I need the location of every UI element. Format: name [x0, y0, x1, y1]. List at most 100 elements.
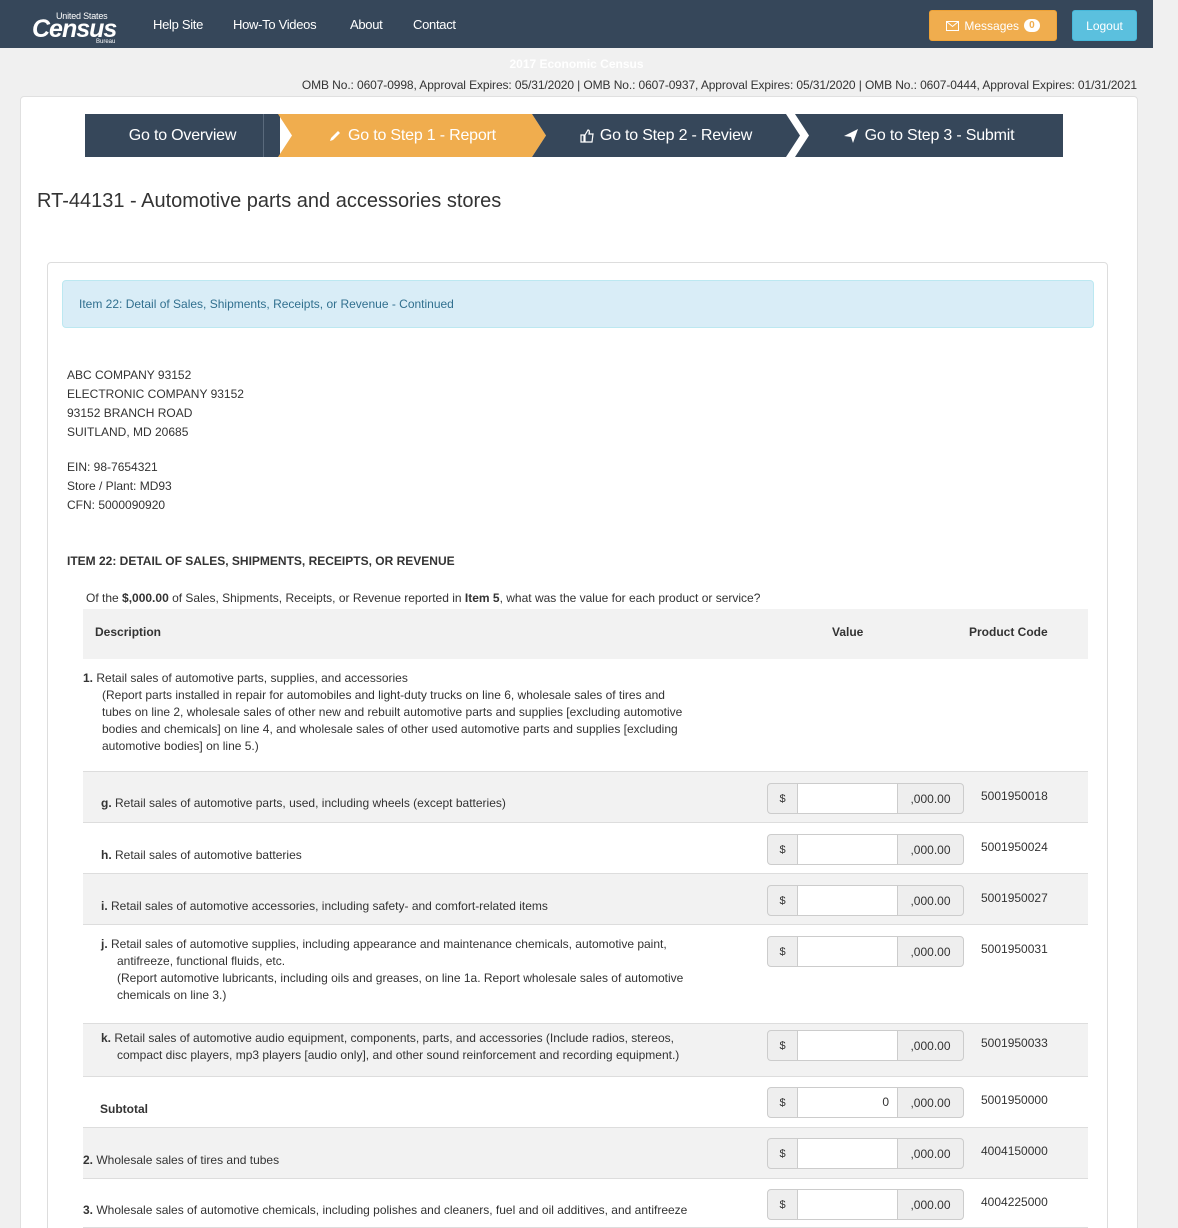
row-letter: i.	[101, 899, 112, 913]
table-header: Description Value Product Code	[83, 609, 1088, 659]
value-input[interactable]	[798, 1138, 897, 1169]
step-2-label: Go to Step 2 - Review	[599, 126, 753, 144]
nav-help-site-link[interactable]: Help Site	[153, 17, 203, 32]
col-product-code: Product Code	[969, 625, 1048, 639]
value-input[interactable]	[798, 834, 897, 865]
row-text: chemicals on line 3.)	[117, 988, 227, 1002]
value-input-group: $ ,000.00	[767, 885, 964, 916]
step-3-submit[interactable]: Go to Step 3 - Submit	[795, 114, 1063, 157]
currency-addon: $	[767, 783, 798, 814]
store-plant-text: Store / Plant: MD93	[67, 479, 172, 493]
value-input[interactable]	[798, 936, 897, 967]
logo-bottom-text: Bureau	[96, 39, 116, 45]
value-input[interactable]	[798, 885, 897, 916]
description-line: 3. Wholesale sales of automotive chemica…	[83, 1202, 733, 1219]
row-description: i. Retail sales of automotive accessorie…	[101, 898, 751, 915]
note-line: (Report parts installed in repair for au…	[102, 688, 665, 702]
omb-approval-text: OMB No.: 0607-0998, Approval Expires: 05…	[301, 78, 1137, 92]
step-navigation: Go to Overview Go to Step 1 - Report Go …	[85, 114, 1063, 157]
cfn-text: CFN: 5000090920	[67, 498, 166, 512]
note-line: automotive bodies] on line 5.)	[102, 739, 259, 753]
value-input-group: $ ,000.00	[767, 1030, 964, 1061]
row-letter: 3.	[83, 1203, 97, 1217]
value-input[interactable]	[798, 1030, 897, 1061]
step-overview[interactable]: Go to Overview	[85, 114, 280, 157]
step-2-review[interactable]: Go to Step 2 - Review	[532, 114, 800, 157]
line-number: 1.	[83, 671, 94, 685]
value-input[interactable]: 0	[798, 1087, 897, 1118]
line-1-note: (Report parts installed in repair for au…	[83, 687, 763, 755]
row-description: 2. Wholesale sales of tires and tubes	[83, 1152, 733, 1169]
thousands-suffix: ,000.00	[897, 834, 964, 865]
messages-count-badge: 0	[1024, 19, 1040, 32]
note-line: bodies and chemicals] on line 4, and who…	[102, 722, 678, 736]
product-code: 5001950027	[981, 891, 1048, 905]
logout-button[interactable]: Logout	[1072, 10, 1137, 41]
company-ids: EIN: 98-7654321 Store / Plant: MD93 CFN:…	[67, 458, 172, 515]
currency-addon: $	[767, 1189, 798, 1220]
product-code: 5001950000	[981, 1093, 1048, 1107]
value-input-group: $ ,000.00	[767, 1189, 964, 1220]
description-line: Subtotal	[100, 1101, 750, 1118]
step-divider	[263, 114, 264, 157]
messages-button[interactable]: Messages 0	[929, 10, 1057, 41]
description-line: (Report automotive lubricants, including…	[101, 970, 751, 987]
row-description: j. Retail sales of automotive supplies, …	[101, 936, 751, 1004]
item-question: Of the $,000.00 of Sales, Shipments, Rec…	[86, 591, 760, 605]
nav-contact-link[interactable]: Contact	[413, 17, 456, 32]
currency-addon: $	[767, 1087, 798, 1118]
value-input-group: $ ,000.00	[767, 1138, 964, 1169]
description-line: k. Retail sales of automotive audio equi…	[101, 1030, 751, 1047]
row-text: antifreeze, functional fluids, etc.	[117, 954, 286, 968]
send-icon	[843, 128, 858, 143]
row-description: Subtotal	[100, 1101, 750, 1118]
value-input-group: $ ,000.00	[767, 936, 964, 967]
product-code: 5001950033	[981, 1036, 1048, 1050]
description-line: i. Retail sales of automotive accessorie…	[101, 898, 751, 915]
top-navbar: United States Census Bureau Help Site Ho…	[0, 0, 1153, 71]
step-1-label: Go to Step 1 - Report	[348, 126, 496, 144]
question-text: of Sales, Shipments, Receipts, or Revenu…	[168, 591, 465, 605]
row-text: Retail sales of automotive accessories, …	[111, 899, 548, 913]
row-text: Retail sales of automotive parts, used, …	[115, 796, 506, 810]
description-line: antifreeze, functional fluids, etc.	[101, 953, 751, 970]
address-line: SUITLAND, MD 20685	[67, 425, 189, 439]
row-description: 3. Wholesale sales of automotive chemica…	[83, 1202, 733, 1219]
address-line: ABC COMPANY 93152	[67, 368, 192, 382]
question-text: Of the	[86, 591, 123, 605]
step-1-report[interactable]: Go to Step 1 - Report	[278, 114, 546, 157]
item-22-heading: ITEM 22: DETAIL OF SALES, SHIPMENTS, REC…	[67, 554, 455, 568]
company-address: ABC COMPANY 93152 ELECTRONIC COMPANY 931…	[67, 366, 244, 442]
row-letter: g.	[101, 796, 115, 810]
description-line: compact disc players, mp3 players [audio…	[101, 1047, 751, 1064]
thousands-suffix: ,000.00	[897, 1030, 964, 1061]
description-line: j. Retail sales of automotive supplies, …	[101, 936, 751, 953]
value-input-group: $ ,000.00	[767, 834, 964, 865]
row-text: Subtotal	[100, 1102, 148, 1116]
col-description: Description	[95, 625, 162, 639]
value-input-group: $0,000.00	[767, 1087, 964, 1118]
thousands-suffix: ,000.00	[897, 885, 964, 916]
question-amount: $,000.00	[122, 591, 169, 605]
note-line: tubes on line 2, wholesale sales of othe…	[102, 705, 683, 719]
product-code: 4004150000	[981, 1144, 1048, 1158]
ein-text: EIN: 98-7654321	[67, 460, 158, 474]
row-text: Wholesale sales of tires and tubes	[96, 1153, 280, 1167]
value-input[interactable]	[798, 1189, 897, 1220]
envelope-icon	[946, 20, 960, 31]
currency-addon: $	[767, 1138, 798, 1169]
question-text: , what was the value for each product or…	[499, 591, 761, 605]
thousands-suffix: ,000.00	[897, 783, 964, 814]
thousands-suffix: ,000.00	[897, 1189, 964, 1220]
thousands-suffix: ,000.00	[897, 1138, 964, 1169]
page-title: RT-44131 - Automotive parts and accessor…	[37, 190, 502, 212]
product-code: 5001950024	[981, 840, 1048, 854]
line-1-title: Retail sales of automotive parts, suppli…	[96, 671, 408, 685]
question-item-ref: Item 5	[464, 591, 500, 605]
census-title: 2017 Economic Census	[509, 57, 644, 71]
value-input[interactable]	[798, 783, 897, 814]
nav-about-link[interactable]: About	[350, 17, 383, 32]
currency-addon: $	[767, 1030, 798, 1061]
row-description: h. Retail sales of automotive batteries	[101, 847, 751, 864]
nav-how-to-videos-link[interactable]: How-To Videos	[233, 17, 317, 32]
